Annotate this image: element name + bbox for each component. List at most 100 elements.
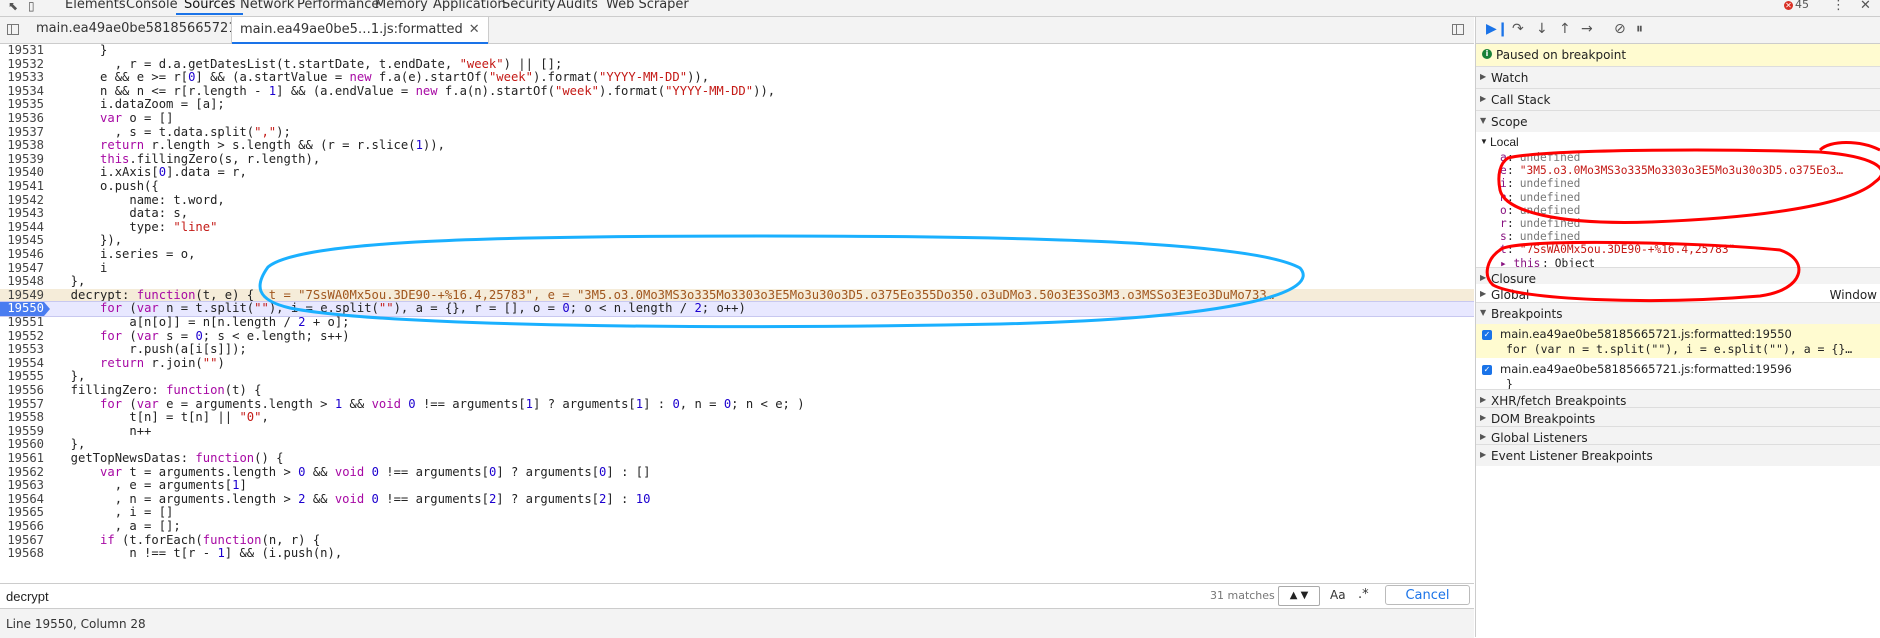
tab-performance[interactable]: Performance (297, 0, 379, 12)
code-line[interactable]: 19559 n++ (0, 424, 1474, 439)
scope-variable[interactable]: e: "3M5.o3.0Mo3MS3o335Mo3303o3E5Mo3u30o3D… (1476, 164, 1880, 178)
local-scope-header[interactable]: ▼ Local (1476, 135, 1880, 149)
deactivate-breakpoints-icon[interactable]: ⊘ (1614, 21, 1626, 37)
line-number[interactable]: 19551 (0, 315, 44, 330)
tab-elements[interactable]: Elements (65, 0, 126, 12)
code-line[interactable]: 19567 if (t.forEach(function(n, r) { (0, 533, 1474, 548)
step-out-icon[interactable]: ↑ (1559, 21, 1571, 37)
code-line[interactable]: 19558 t[n] = t[n] || "0", (0, 410, 1474, 425)
code-line[interactable]: 19550 for (var n = t.split(""), i = e.sp… (0, 301, 1474, 317)
code-line[interactable]: 19541 o.push({ (0, 179, 1474, 194)
code-line[interactable]: 19532 , r = d.a.getDatesList(t.startDate… (0, 57, 1474, 72)
scope-variable[interactable]: s: undefined (1476, 230, 1880, 244)
code-line[interactable]: 19546 i.series = o, (0, 247, 1474, 262)
scope-variable[interactable]: n: undefined (1476, 191, 1880, 205)
line-number[interactable]: 19567 (0, 533, 44, 548)
search-nav-arrows[interactable]: ▲ ▼ (1278, 586, 1320, 606)
code-line[interactable]: 19552 for (var s = 0; s < e.length; s++) (0, 329, 1474, 344)
line-number[interactable]: 19560 (0, 438, 44, 452)
toggle-debugger-icon[interactable] (1452, 24, 1464, 35)
line-number[interactable]: 19542 (0, 193, 44, 208)
cancel-search-button[interactable]: Cancel (1385, 585, 1470, 605)
regex-toggle[interactable]: .* (1358, 587, 1369, 602)
scope-variable[interactable]: o: undefined (1476, 204, 1880, 218)
event-listener-breakpoints-section[interactable]: ▶ Event Listener Breakpoints (1476, 444, 1880, 466)
tab-security[interactable]: Security (502, 0, 555, 12)
line-number[interactable]: 19568 (0, 547, 44, 561)
code-line[interactable]: 19568 n !== t[r - 1] && (i.push(n), (0, 546, 1474, 561)
inspect-element-icon[interactable]: ⬉ (8, 0, 18, 12)
line-number[interactable]: 19537 (0, 125, 44, 140)
line-number[interactable]: 19541 (0, 179, 44, 194)
scope-variable[interactable]: r: undefined (1476, 217, 1880, 231)
tab-network[interactable]: Network (240, 0, 294, 12)
breakpoint-checkbox[interactable]: ✓ (1482, 365, 1492, 375)
line-number[interactable]: 19532 (0, 57, 44, 72)
code-line[interactable]: 19556 fillingZero: function(t) { (0, 383, 1474, 398)
line-number[interactable]: 19557 (0, 397, 44, 412)
code-editor[interactable]: 19531 } 19532 , r = d.a.getDatesList(t.st… (0, 44, 1474, 583)
code-line[interactable]: 19531 } (0, 44, 1474, 58)
line-number[interactable]: 19559 (0, 424, 44, 439)
resume-icon[interactable]: ▶❙ (1486, 21, 1509, 37)
line-number[interactable]: 19534 (0, 84, 44, 99)
code-line[interactable]: 19557 for (var e = arguments.length > 1 … (0, 397, 1474, 412)
code-line[interactable]: 19537 , s = t.data.split(","); (0, 125, 1474, 140)
code-line[interactable]: 19560 }, (0, 438, 1474, 452)
code-line[interactable]: 19542 name: t.word, (0, 193, 1474, 208)
scope-section[interactable]: ▼ Scope (1476, 110, 1880, 132)
code-line[interactable]: 19544 type: "line" (0, 220, 1474, 235)
search-input[interactable] (4, 586, 1278, 606)
line-number[interactable]: 19531 (0, 44, 44, 58)
line-number[interactable]: 19562 (0, 465, 44, 480)
scope-variable[interactable]: a: undefined (1476, 151, 1880, 165)
line-number[interactable]: 19554 (0, 356, 44, 371)
line-number[interactable]: 19555 (0, 370, 44, 384)
scope-variable[interactable]: t: "7SsWA0Mx5ou.3DE90-+%16.4,25783" (1476, 243, 1880, 257)
line-number[interactable]: 19546 (0, 247, 44, 262)
code-line[interactable]: 19533 e && e >= r[0] && (a.startValue = … (0, 70, 1474, 85)
tab-console[interactable]: Console (126, 0, 178, 12)
code-line[interactable]: 19538 return r.length > s.length && (r =… (0, 138, 1474, 153)
watch-section[interactable]: ▶ Watch (1476, 66, 1880, 88)
line-number[interactable]: 19543 (0, 207, 44, 221)
code-line[interactable]: 19564 , n = arguments.length > 2 && void… (0, 492, 1474, 507)
code-line[interactable]: 19553 r.push(a[i[s]]); (0, 343, 1474, 357)
breakpoint-checkbox[interactable]: ✓ (1482, 330, 1492, 340)
file-tab-main-js[interactable]: main.ea49ae0be58185665721.js (36, 21, 251, 36)
tab-sources[interactable]: Sources (175, 0, 244, 15)
code-line[interactable]: 19555 }, (0, 370, 1474, 384)
error-count-badge[interactable]: ✕ 45 (1784, 0, 1809, 11)
code-line[interactable]: 19551 a[n[o]] = n[n.length / 2 + o]; (0, 315, 1474, 330)
code-line[interactable]: 19547 i (0, 261, 1474, 276)
line-number[interactable]: 19544 (0, 220, 44, 235)
code-line[interactable]: 19539 this.fillingZero(s, r.length), (0, 152, 1474, 167)
match-case-toggle[interactable]: Aa (1330, 588, 1346, 602)
close-tab-icon[interactable]: ✕ (469, 22, 480, 37)
breakpoint-item[interactable]: ✓ main.ea49ae0be58185665721.js:formatted… (1476, 324, 1880, 358)
line-number[interactable]: 19553 (0, 343, 44, 357)
code-line[interactable]: 19562 var t = arguments.length > 0 && vo… (0, 465, 1474, 480)
code-line[interactable]: 19540 i.xAxis[0].data = r, (0, 166, 1474, 180)
device-toolbar-icon[interactable]: ▯ (28, 0, 35, 12)
file-tab-main-js-formatted[interactable]: main.ea49ae0be5…1.js:formatted ✕ (231, 17, 489, 44)
code-line[interactable]: 19565 , i = [] (0, 506, 1474, 520)
line-number[interactable]: 19535 (0, 98, 44, 112)
step-into-icon[interactable]: ↓ (1536, 21, 1548, 37)
line-number[interactable]: 19547 (0, 261, 44, 276)
line-number[interactable]: 19540 (0, 166, 44, 180)
breakpoint-item[interactable]: ✓ main.ea49ae0be58185665721.js:formatted… (1476, 359, 1880, 393)
code-line[interactable]: 19548 }, (0, 275, 1474, 289)
line-number[interactable]: 19549 (0, 288, 44, 303)
step-over-icon[interactable]: ↷ (1512, 21, 1524, 37)
tab-audits[interactable]: Audits (557, 0, 598, 12)
scope-variable[interactable]: i: undefined (1476, 177, 1880, 191)
line-number[interactable]: 19565 (0, 506, 44, 520)
call-stack-section[interactable]: ▶ Call Stack (1476, 88, 1880, 110)
line-number[interactable]: 19564 (0, 492, 44, 507)
code-line[interactable]: 19534 n && n <= r[r.length - 1] && (a.en… (0, 84, 1474, 99)
toggle-navigator-icon[interactable] (7, 24, 19, 35)
prev-match-icon[interactable]: ▲ (1290, 590, 1298, 601)
tab-application[interactable]: Application (433, 0, 506, 12)
breakpoints-section[interactable]: ▼ Breakpoints (1476, 302, 1880, 324)
